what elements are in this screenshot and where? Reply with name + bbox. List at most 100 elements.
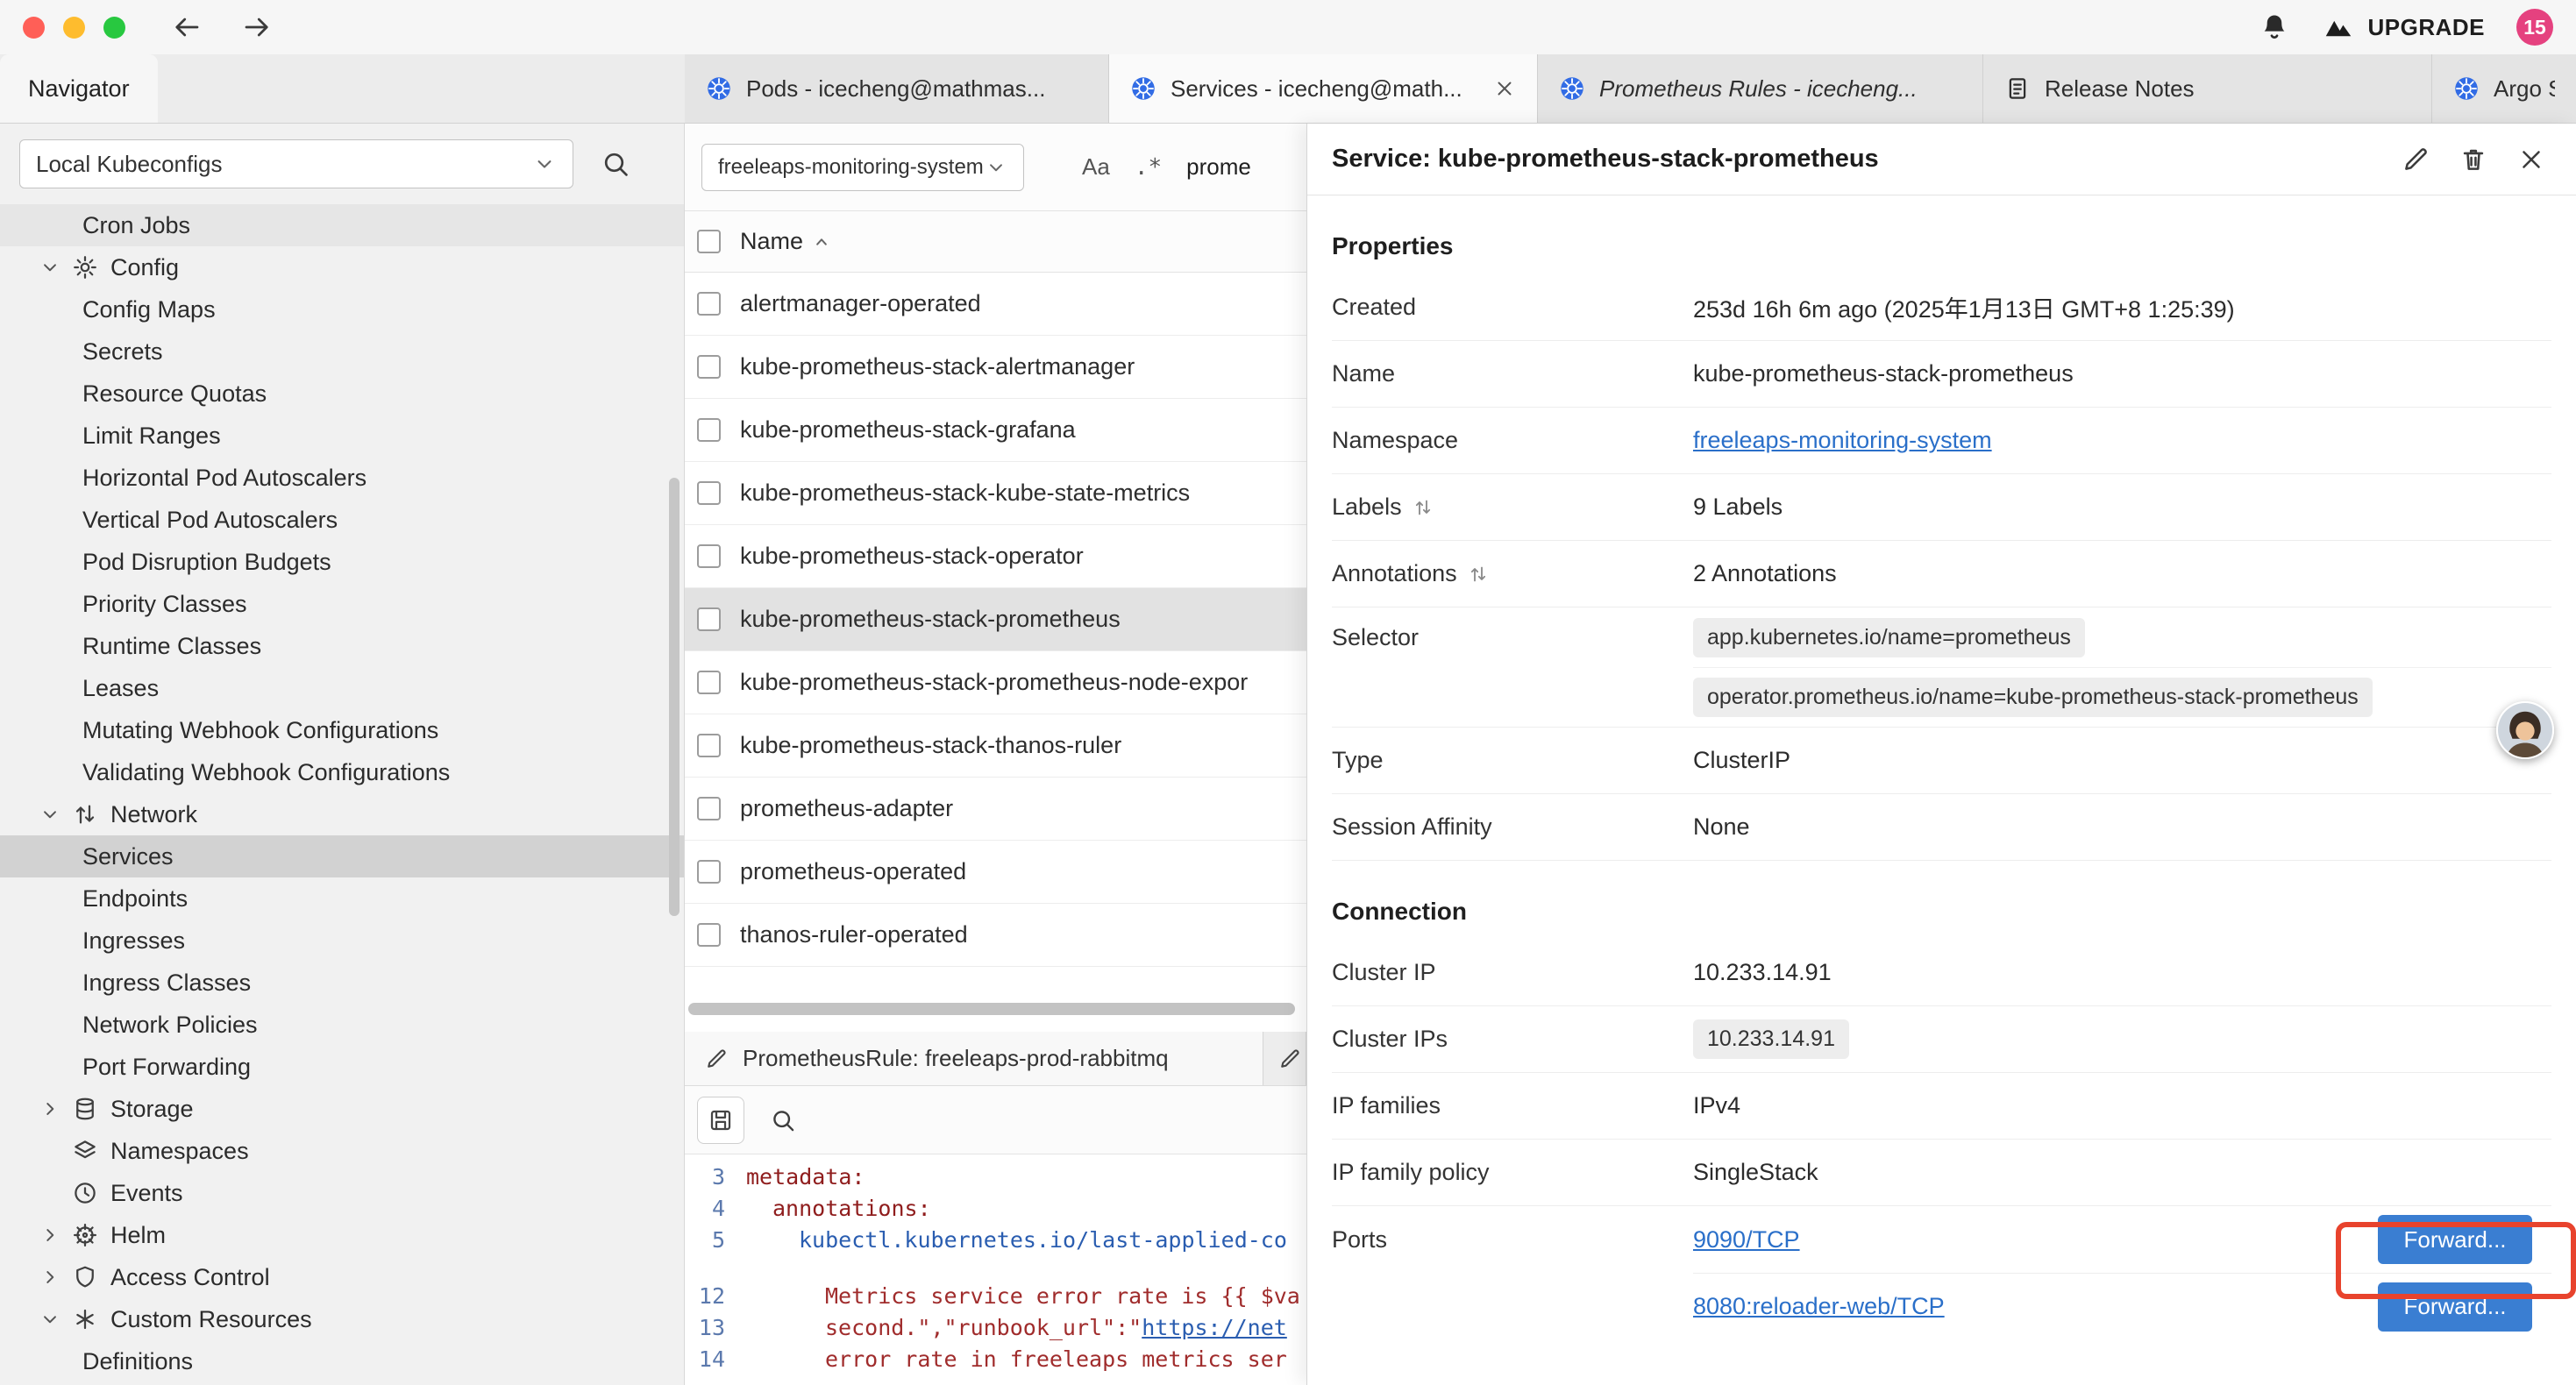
- regex-toggle[interactable]: .*: [1135, 154, 1162, 181]
- sidebar-item-vertical-pod-autoscalers[interactable]: Vertical Pod Autoscalers: [0, 499, 684, 541]
- row-checkbox[interactable]: [697, 923, 721, 947]
- sidebar-item-horizontal-pod-autoscalers[interactable]: Horizontal Pod Autoscalers: [0, 457, 684, 499]
- minimize-window-button[interactable]: [63, 17, 85, 39]
- table-row[interactable]: kube-prometheus-stack-prometheus: [685, 588, 1306, 651]
- row-checkbox[interactable]: [697, 481, 721, 505]
- sidebar-item-pod-disruption-budgets[interactable]: Pod Disruption Budgets: [0, 541, 684, 583]
- presenter-avatar[interactable]: [2496, 701, 2554, 759]
- horizontal-scrollbar[interactable]: [688, 1003, 1295, 1015]
- edit-icon[interactable]: [2401, 145, 2430, 174]
- select-all-checkbox[interactable]: [697, 230, 721, 253]
- sidebar-scrollbar[interactable]: [669, 478, 680, 916]
- sidebar-item-validating-webhook-configurations[interactable]: Validating Webhook Configurations: [0, 751, 684, 793]
- property-row-cluster-ips: Cluster IPs10.233.14.91: [1332, 1006, 2551, 1073]
- sidebar-item-endpoints[interactable]: Endpoints: [0, 877, 684, 920]
- port-forward-button[interactable]: Forward...: [2378, 1282, 2532, 1332]
- editor-tab-partial[interactable]: [1263, 1032, 1306, 1085]
- sidebar-item-limit-ranges[interactable]: Limit Ranges: [0, 415, 684, 457]
- editor-tab-prometheusrule[interactable]: PrometheusRule: freeleaps-prod-rabbitmq: [685, 1032, 1263, 1085]
- row-checkbox[interactable]: [697, 355, 721, 379]
- sidebar-item-ingress-classes[interactable]: Ingress Classes: [0, 962, 684, 1004]
- close-icon[interactable]: [1493, 77, 1516, 100]
- chevron-right-icon[interactable]: [39, 1097, 61, 1120]
- close-icon[interactable]: [2516, 145, 2546, 174]
- namespace-filter-select[interactable]: freeleaps-monitoring-system: [701, 144, 1024, 191]
- sidebar-item-events[interactable]: Events: [0, 1172, 684, 1214]
- sidebar-item-secrets[interactable]: Secrets: [0, 330, 684, 373]
- chevron-right-icon[interactable]: [39, 1266, 61, 1289]
- sidebar-item-port-forwarding[interactable]: Port Forwarding: [0, 1046, 684, 1088]
- chevron-down-icon[interactable]: [39, 1308, 61, 1331]
- sidebar-item-network-policies[interactable]: Network Policies: [0, 1004, 684, 1046]
- port-link[interactable]: 8080:reloader-web/TCP: [1693, 1293, 1945, 1320]
- tab-services-icecheng-math[interactable]: Services - icecheng@math...: [1109, 54, 1538, 123]
- tab-pods-icecheng-mathmas[interactable]: Pods - icecheng@mathmas...: [685, 54, 1109, 123]
- arrows-updown-icon[interactable]: [1468, 564, 1489, 585]
- chevron-down-icon[interactable]: [39, 256, 61, 279]
- sidebar-item-leases[interactable]: Leases: [0, 667, 684, 709]
- navigator-tab[interactable]: Navigator: [0, 54, 158, 123]
- name-column-header[interactable]: Name: [740, 228, 833, 255]
- delete-icon[interactable]: [2459, 145, 2488, 174]
- upgrade-button[interactable]: UPGRADE: [2322, 11, 2485, 44]
- sidebar-item-runtime-classes[interactable]: Runtime Classes: [0, 625, 684, 667]
- kubeconfig-selector[interactable]: Local Kubeconfigs: [19, 139, 573, 188]
- editor-search-icon[interactable]: [769, 1106, 797, 1134]
- port-forward-button[interactable]: Forward...: [2378, 1215, 2532, 1264]
- sidebar-item-resource-quotas[interactable]: Resource Quotas: [0, 373, 684, 415]
- sidebar-item-definitions[interactable]: Definitions: [0, 1340, 684, 1382]
- sidebar-item-custom-resources[interactable]: Custom Resources: [0, 1298, 684, 1340]
- match-case-toggle[interactable]: Aa: [1082, 153, 1110, 181]
- search-query-input[interactable]: prome: [1186, 153, 1251, 181]
- tab-argo-se[interactable]: Argo Se: [2432, 54, 2576, 123]
- sidebar-item-mutating-webhook-configurations[interactable]: Mutating Webhook Configurations: [0, 709, 684, 751]
- close-window-button[interactable]: [23, 17, 45, 39]
- table-row[interactable]: alertmanager-operated: [685, 273, 1306, 336]
- table-row[interactable]: kube-prometheus-stack-thanos-ruler: [685, 714, 1306, 778]
- notification-badge[interactable]: 15: [2516, 9, 2553, 46]
- row-checkbox[interactable]: [697, 860, 721, 884]
- namespace-link[interactable]: freeleaps-monitoring-system: [1693, 427, 1992, 454]
- sidebar-item-priority-classes[interactable]: Priority Classes: [0, 583, 684, 625]
- maximize-window-button[interactable]: [103, 17, 125, 39]
- chevron-down-icon[interactable]: [39, 803, 61, 826]
- sidebar-item-namespaces[interactable]: Namespaces: [0, 1130, 684, 1172]
- table-row[interactable]: kube-prometheus-stack-prometheus-node-ex…: [685, 651, 1306, 714]
- sidebar-item-storage[interactable]: Storage: [0, 1088, 684, 1130]
- table-row[interactable]: kube-prometheus-stack-operator: [685, 525, 1306, 588]
- table-row[interactable]: kube-prometheus-stack-grafana: [685, 399, 1306, 462]
- arrows-updown-icon[interactable]: [1413, 497, 1434, 518]
- back-arrow-icon[interactable]: [171, 11, 203, 43]
- row-checkbox[interactable]: [697, 797, 721, 820]
- sidebar-item-network[interactable]: Network: [0, 793, 684, 835]
- row-checkbox[interactable]: [697, 607, 721, 631]
- bell-icon[interactable]: [2259, 11, 2290, 43]
- sidebar-item-access-control[interactable]: Access Control: [0, 1256, 684, 1298]
- yaml-editor[interactable]: 3metadata:4annotations:5kubectl.kubernet…: [685, 1154, 1306, 1385]
- row-checkbox[interactable]: [697, 734, 721, 757]
- save-button[interactable]: [697, 1097, 744, 1144]
- row-checkbox[interactable]: [697, 418, 721, 442]
- search-icon[interactable]: [600, 148, 631, 180]
- table-row[interactable]: kube-prometheus-stack-kube-state-metrics: [685, 462, 1306, 525]
- table-row[interactable]: thanos-ruler-operated: [685, 904, 1306, 967]
- chevron-right-icon[interactable]: [39, 1224, 61, 1246]
- table-row[interactable]: kube-prometheus-stack-alertmanager: [685, 336, 1306, 399]
- sidebar-item-config[interactable]: Config: [0, 246, 684, 288]
- sidebar-item-cron-jobs[interactable]: Cron Jobs: [0, 204, 684, 246]
- folded-region[interactable]: [685, 1256, 1306, 1281]
- port-link[interactable]: 9090/TCP: [1693, 1226, 1800, 1254]
- sidebar-item-ingresses[interactable]: Ingresses: [0, 920, 684, 962]
- table-row[interactable]: prometheus-operated: [685, 841, 1306, 904]
- sidebar-item-services[interactable]: Services: [0, 835, 684, 877]
- sidebar-item-config-maps[interactable]: Config Maps: [0, 288, 684, 330]
- tab-prometheus-rules-icecheng[interactable]: Prometheus Rules - icecheng...: [1538, 54, 1983, 123]
- row-checkbox[interactable]: [697, 544, 721, 568]
- forward-arrow-icon[interactable]: [241, 11, 273, 43]
- property-row-session-affinity: Session AffinityNone: [1332, 794, 2551, 861]
- row-checkbox[interactable]: [697, 671, 721, 694]
- tab-release-notes[interactable]: Release Notes: [1983, 54, 2432, 123]
- table-row[interactable]: prometheus-adapter: [685, 778, 1306, 841]
- row-checkbox[interactable]: [697, 292, 721, 316]
- sidebar-item-helm[interactable]: Helm: [0, 1214, 684, 1256]
